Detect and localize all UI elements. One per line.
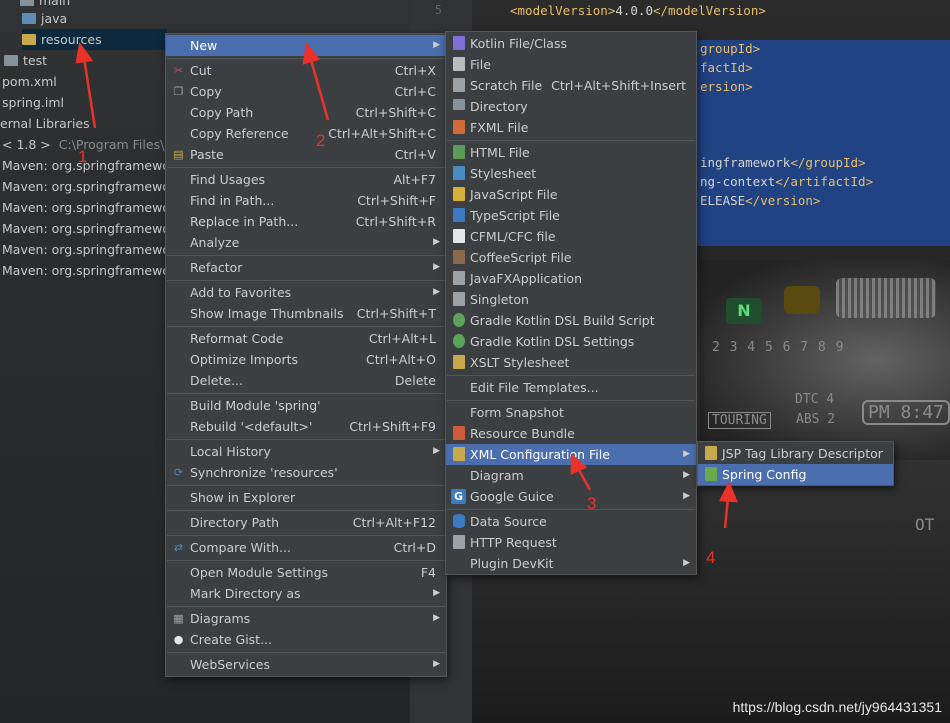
annotation-arrow-1 xyxy=(82,57,97,129)
annotation-arrowhead-2 xyxy=(302,42,321,65)
annotation-arrowhead-4 xyxy=(719,480,738,503)
annotation-number-2: 2 xyxy=(316,131,326,150)
annotation-arrowhead-1 xyxy=(75,41,94,64)
annotation-arrow-4 xyxy=(723,497,730,529)
annotation-arrow-3 xyxy=(576,467,592,491)
annotation-arrows xyxy=(75,41,738,529)
annotation-arrow-2 xyxy=(309,59,330,121)
annotation-number-1: 1 xyxy=(78,147,88,166)
watermark: https://blog.csdn.net/jy964431351 xyxy=(732,699,942,715)
annotation-arrowhead-3 xyxy=(570,453,588,475)
annotation-number-3: 3 xyxy=(587,494,597,513)
annotation-number-4: 4 xyxy=(706,548,716,567)
